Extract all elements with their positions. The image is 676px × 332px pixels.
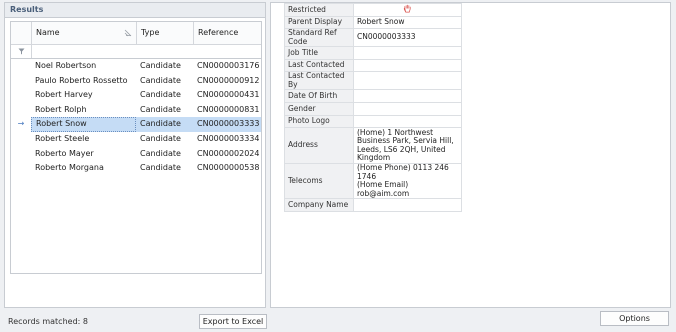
detail-label: Last Contacted (284, 58, 354, 73)
row-indicator (11, 88, 31, 103)
cell-reference: CN0000000538 (197, 163, 260, 173)
grid-header: Name Type Reference (11, 22, 261, 45)
detail-label: Job Title (284, 46, 354, 60)
header-indicator-cell (11, 22, 32, 44)
detail-value: CN0000003333 (353, 28, 462, 48)
cell-type: Candidate (140, 61, 181, 70)
results-grid: Name Type Reference Noel Robertson Candid… (10, 21, 262, 274)
column-header-reference[interactable]: Reference (194, 22, 261, 44)
cell-name: Noel Robertson (35, 61, 97, 70)
row-indicator (11, 132, 31, 147)
cell-type: Candidate (140, 90, 181, 100)
results-title: Results (5, 3, 265, 18)
detail-label: Address (284, 127, 354, 165)
export-to-excel-button[interactable]: Export to Excel (199, 314, 267, 329)
detail-label: Date Of Birth (284, 89, 354, 103)
detail-value: (Home Phone) 0113 246 1746 (Home Email) … (353, 163, 462, 200)
detail-label: Photo Logo (284, 114, 354, 129)
cell-reference: CN0000000912 (197, 75, 260, 85)
cell-reference: CN0000000831 (197, 104, 260, 114)
detail-row: Gender (284, 101, 462, 116)
cell-name: Roberto Mayer (35, 148, 94, 158)
filter-row (11, 45, 261, 59)
cell-reference: CN0000000431 (197, 90, 260, 100)
table-row[interactable]: Robert Rolph Candidate CN0000000831 (11, 103, 261, 118)
detail-value (353, 101, 462, 116)
detail-label: Company Name (284, 198, 354, 212)
results-panel: Results Name Type Reference Noel Roberts… (4, 2, 267, 329)
detail-row: Last Contacted (284, 58, 462, 73)
detail-value (353, 58, 462, 73)
table-row[interactable]: → Robert Snow Candidate CN0000003333 (11, 117, 261, 132)
filter-icon-cell[interactable] (11, 45, 32, 58)
cell-reference: CN0000003334 (197, 133, 260, 143)
detail-row: Standard Ref Code CN0000003333 (284, 28, 462, 48)
cell-name: Robert Harvey (35, 90, 93, 100)
detail-row: Last Contacted By (284, 71, 462, 91)
hand-stop-icon (403, 4, 411, 13)
table-row[interactable]: Noel Robertson Candidate CN0000003176 (11, 59, 261, 74)
detail-row: Address (Home) 1 Northwest Business Park,… (284, 127, 462, 165)
row-indicator (11, 74, 31, 89)
cell-reference: CN0000003333 (193, 117, 261, 132)
detail-label: Standard Ref Code (284, 28, 354, 48)
detail-row: Job Title (284, 46, 462, 60)
detail-value (353, 46, 462, 60)
detail-label: Telecoms (284, 163, 354, 200)
column-header-type[interactable]: Type (137, 22, 194, 44)
cell-type: Candidate (140, 133, 181, 143)
detail-value: Robert Snow (353, 15, 462, 30)
table-row[interactable]: Roberto Morgana Candidate CN0000000538 (11, 161, 261, 176)
detail-row: Photo Logo (284, 114, 462, 129)
table-row[interactable]: Paulo Roberto Rossetto Candidate CN0000000… (11, 74, 261, 89)
detail-label: Parent Display (284, 15, 354, 30)
detail-label: Last Contacted By (284, 71, 354, 91)
detail-value (353, 198, 462, 212)
selected-row-arrow-icon: → (17, 119, 25, 129)
cell-type: Candidate (140, 148, 181, 158)
detail-row: Date Of Birth (284, 89, 462, 103)
details-table: Restricted Parent Display Robert Snow Stand… (284, 3, 462, 212)
detail-label: Restricted (284, 3, 354, 17)
detail-row: Restricted (284, 3, 462, 17)
detail-value (353, 71, 462, 91)
row-indicator (11, 103, 31, 118)
records-matched: Records matched: 8 (8, 317, 88, 326)
cell-name: Robert Snow (31, 117, 136, 132)
results-rows: Noel Robertson Candidate CN0000003176 Paulo… (11, 59, 261, 176)
detail-row: Telecoms (Home Phone) 0113 246 1746 (Home… (284, 163, 462, 200)
row-indicator (11, 59, 31, 74)
row-indicator (11, 147, 31, 162)
cell-name: Paulo Roberto Rossetto (35, 75, 128, 85)
table-row[interactable]: Robert Harvey Candidate CN0000000431 (11, 88, 261, 103)
filter-icon (18, 48, 24, 55)
column-header-name[interactable]: Name (32, 22, 137, 44)
cell-name: Robert Rolph (35, 104, 87, 114)
options-button[interactable]: Options (600, 311, 669, 326)
cell-name: Robert Steele (35, 133, 90, 143)
detail-value (353, 3, 462, 17)
cell-reference: CN0000003176 (197, 61, 260, 70)
cell-name: Roberto Morgana (35, 163, 104, 173)
details-panel: Restricted Parent Display Robert Snow Stand… (270, 2, 671, 308)
detail-label: Gender (284, 101, 354, 116)
detail-row: Parent Display Robert Snow (284, 15, 462, 30)
sort-icon (124, 29, 132, 37)
row-indicator (11, 161, 31, 176)
detail-row: Company Name (284, 198, 462, 212)
detail-value: (Home) 1 Northwest Business Park, Servia… (353, 127, 462, 165)
detail-value (353, 89, 462, 103)
filter-input[interactable] (32, 45, 261, 58)
detail-value (353, 114, 462, 129)
cell-type: Candidate (140, 104, 181, 114)
table-row[interactable]: Robert Steele Candidate CN0000003334 (11, 132, 261, 147)
cell-type: Candidate (140, 163, 181, 173)
cell-reference: CN0000002024 (197, 148, 260, 158)
cell-type: Candidate (140, 75, 181, 85)
table-row[interactable]: Roberto Mayer Candidate CN0000002024 (11, 147, 261, 162)
cell-type: Candidate (136, 117, 193, 132)
